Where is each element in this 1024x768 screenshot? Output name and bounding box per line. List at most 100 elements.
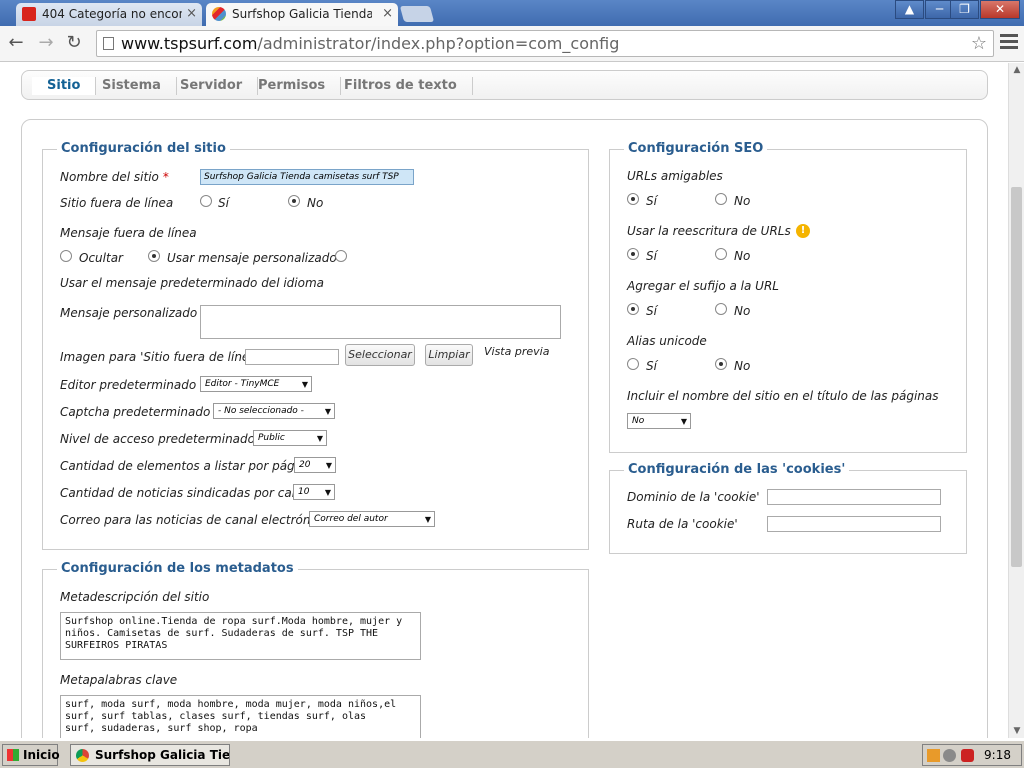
cookie-path-label: Ruta de la 'cookie': [627, 517, 738, 531]
cookie-domain-label: Dominio de la 'cookie': [627, 490, 760, 504]
new-tab-button[interactable]: [399, 6, 435, 22]
unicode-yes-radio[interactable]: [627, 358, 639, 370]
feed-limit-label: Cantidad de noticias sindicadas por cana…: [60, 486, 311, 500]
captcha-label: Captcha predeterminado*: [60, 405, 220, 419]
config-tabs: Sitio Sistema Servidor Permisos Filtros …: [21, 70, 988, 100]
tab-sistema[interactable]: Sistema: [87, 77, 177, 95]
feed-limit-select[interactable]: 10: [293, 484, 335, 500]
custom-message-textarea[interactable]: [200, 305, 561, 339]
url-path: /administrator/index.php?option=com_conf…: [257, 34, 620, 53]
cookies-fieldset: Configuración de las 'cookies' Dominio d…: [609, 462, 967, 554]
taskbar-chrome-window[interactable]: Surfshop Galicia Tien...: [70, 744, 230, 766]
custom-msg-radio-label: Usar mensaje personalizado: [167, 251, 337, 265]
default-msg-label: Usar el mensaje predeterminado del idiom…: [60, 276, 325, 290]
unicode-yes-label: Sí: [646, 359, 657, 373]
rewrite-no-label: No: [734, 249, 751, 263]
feed-email-select[interactable]: Correo del autor: [309, 511, 435, 527]
browser-toolbar: ← → ↻ www.tspsurf.com/administrator/inde…: [0, 26, 1024, 62]
offline-no-radio[interactable]: [288, 195, 300, 207]
cookie-path-input[interactable]: [767, 516, 941, 532]
back-arrow-icon[interactable]: ←: [4, 32, 28, 53]
task-label: Surfshop Galicia Tien...: [95, 748, 230, 762]
metadata-fieldset: Configuración de los metadatos Metadescr…: [42, 561, 589, 738]
metadata-legend: Configuración de los metadatos: [57, 561, 298, 576]
rewrite-no-radio[interactable]: [715, 248, 727, 260]
meta-desc-label: Metadescripción del sitio: [60, 590, 210, 604]
tab-close-icon[interactable]: ×: [382, 6, 393, 21]
select-image-button[interactable]: Seleccionar: [345, 344, 415, 366]
bookmark-star-icon[interactable]: ☆: [971, 31, 987, 56]
list-limit-select[interactable]: 20: [294, 457, 336, 473]
hide-msg-radio[interactable]: [60, 250, 72, 262]
clear-image-button[interactable]: Limpiar: [425, 344, 473, 366]
scroll-up-icon[interactable]: ▲: [1009, 65, 1024, 75]
access-select[interactable]: Public: [253, 430, 327, 446]
start-label: Inicio: [23, 748, 60, 762]
editor-label: Editor predeterminado*: [60, 378, 206, 392]
start-button[interactable]: Inicio: [2, 744, 60, 766]
chrome-menu-icon[interactable]: [1000, 34, 1018, 52]
meta-keywords-textarea[interactable]: surf, moda surf, moda hombre, moda mujer…: [60, 695, 421, 738]
unicode-no-radio[interactable]: [715, 358, 727, 370]
windows-logo-icon: [7, 749, 19, 761]
offline-yes-label: Sí: [218, 196, 229, 210]
joomla-favicon-icon: [212, 7, 226, 21]
site-config-fieldset: Configuración del sitio Nombre del sitio…: [42, 141, 589, 550]
suffix-yes-radio[interactable]: [627, 303, 639, 315]
rewrite-yes-label: Sí: [646, 249, 657, 263]
unicode-no-label: No: [734, 359, 751, 373]
offline-no-label: No: [307, 196, 324, 210]
address-bar[interactable]: www.tspsurf.com/administrator/index.php?…: [96, 30, 994, 57]
chrome-icon: [76, 749, 89, 762]
url-host: www.tspsurf.com: [121, 34, 258, 53]
offline-image-input[interactable]: [245, 349, 339, 365]
maximize-button[interactable]: ❐: [950, 0, 979, 19]
warning-icon[interactable]: !: [796, 224, 810, 238]
custom-msg-radio[interactable]: [148, 250, 160, 262]
site-name-label: Nombre del sitio *: [60, 170, 169, 184]
page-viewport: Sitio Sistema Servidor Permisos Filtros …: [0, 63, 1008, 738]
page-scrollbar[interactable]: ▲ ▼: [1008, 63, 1024, 738]
close-window-button[interactable]: ✕: [980, 0, 1020, 19]
clock: 9:18: [984, 748, 1011, 762]
access-label: Nivel de acceso predeterminado*: [60, 432, 265, 446]
offline-yes-radio[interactable]: [200, 195, 212, 207]
list-limit-label: Cantidad de elementos a listar por págin…: [60, 459, 313, 473]
tray-app-icon[interactable]: [927, 749, 940, 762]
sef-no-radio[interactable]: [715, 193, 727, 205]
rewrite-label: Usar la reescritura de URLs: [627, 224, 791, 238]
cookies-legend: Configuración de las 'cookies': [624, 462, 850, 477]
captcha-select[interactable]: - No seleccionado -: [213, 403, 335, 419]
tray-network-icon[interactable]: [943, 749, 956, 762]
reload-icon[interactable]: ↻: [62, 32, 86, 53]
browser-tab-404[interactable]: 404 Categoría no encontrada ×: [16, 3, 202, 26]
preview-label: Vista previa: [484, 345, 550, 358]
tray-security-icon[interactable]: [961, 749, 974, 762]
seo-legend: Configuración SEO: [624, 141, 768, 156]
site-name-input[interactable]: Surfshop Galicia Tienda camisetas surf T…: [200, 169, 414, 185]
user-profile-button[interactable]: ▲: [895, 0, 924, 19]
sef-yes-label: Sí: [646, 194, 657, 208]
editor-select[interactable]: Editor - TinyMCE: [200, 376, 312, 392]
hide-msg-label: Ocultar: [79, 251, 123, 265]
sitename-title-select[interactable]: No: [627, 413, 691, 429]
browser-tab-active[interactable]: Surfshop Galicia Tienda camisetas ×: [206, 3, 398, 26]
suffix-no-radio[interactable]: [715, 303, 727, 315]
tab-filtros[interactable]: Filtros de texto: [329, 77, 473, 95]
unicode-label: Alias unicode: [627, 334, 707, 348]
default-msg-radio[interactable]: [335, 250, 347, 262]
tab-permisos[interactable]: Permisos: [243, 77, 342, 95]
forward-arrow-icon[interactable]: →: [34, 32, 58, 53]
browser-titlebar: 404 Categoría no encontrada × Surfshop G…: [0, 0, 1024, 26]
cookie-domain-input[interactable]: [767, 489, 941, 505]
meta-keywords-label: Metapalabras clave: [60, 673, 178, 687]
meta-desc-textarea[interactable]: Surfshop online.Tienda de ropa surf.Moda…: [60, 612, 421, 660]
scroll-down-icon[interactable]: ▼: [1009, 726, 1024, 736]
scroll-thumb[interactable]: [1011, 187, 1022, 567]
sitename-title-label: Incluir el nombre del sitio en el título…: [627, 389, 939, 403]
suffix-yes-label: Sí: [646, 304, 657, 318]
sef-yes-radio[interactable]: [627, 193, 639, 205]
rewrite-yes-radio[interactable]: [627, 248, 639, 260]
config-panel: Configuración del sitio Nombre del sitio…: [21, 119, 988, 738]
tab-close-icon[interactable]: ×: [186, 6, 197, 21]
